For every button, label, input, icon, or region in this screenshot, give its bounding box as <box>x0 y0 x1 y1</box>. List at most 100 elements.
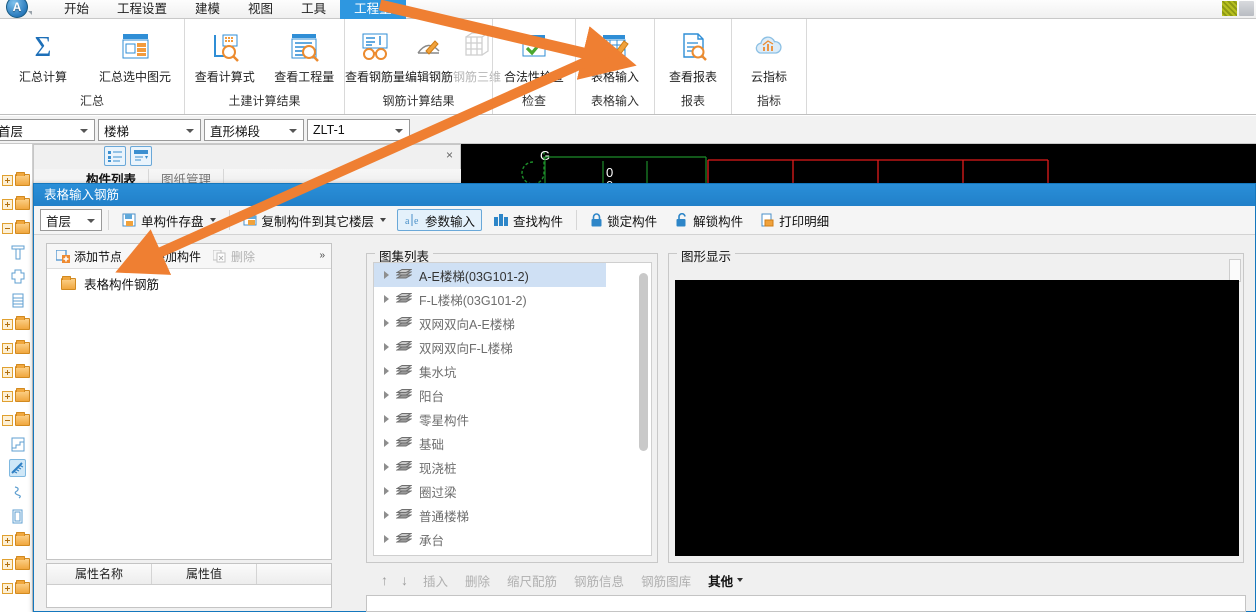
ribbon-tab-view[interactable]: 视图 <box>234 0 287 19</box>
nav-item-spiral-stair[interactable] <box>0 480 32 504</box>
nav-item-slab[interactable]: 板 <box>0 384 32 408</box>
expand-triangle-icon[interactable] <box>384 415 389 423</box>
expand-icon[interactable] <box>2 390 13 402</box>
ribbon-button-table-input[interactable]: 表格输入 <box>576 23 654 85</box>
nav-item-column-child-3[interactable] <box>0 288 32 312</box>
expand-triangle-icon[interactable] <box>384 535 389 543</box>
toolbar-overflow-icon[interactable]: » <box>319 250 324 261</box>
expand-triangle-icon[interactable] <box>384 487 389 495</box>
rebar-library-button[interactable]: 钢筋图库 <box>634 571 698 590</box>
member-tree-root-item[interactable]: 表格构件钢筋 <box>47 269 331 293</box>
nav-item-common[interactable]: 常用 <box>0 168 32 192</box>
ribbon-button-cloud-indicator[interactable]: 云指标 <box>732 23 806 85</box>
expand-icon[interactable] <box>2 558 13 570</box>
expand-triangle-icon[interactable] <box>384 343 389 351</box>
delete-member-button[interactable]: 删除 <box>208 246 260 266</box>
param-input-button[interactable]: ae 参数输入 <box>397 209 483 231</box>
ribbon-button-summary-selected[interactable]: 汇总选中图元 <box>86 23 184 85</box>
ribbon-button-summary-calc[interactable]: Σ 汇总计算 <box>0 23 86 85</box>
left-navigation-tree[interactable]: 常用 轴线 柱 墙 <box>0 144 33 612</box>
nav-item-decoration[interactable]: 装修 <box>0 528 32 552</box>
atlas-item-0[interactable]: A-E楼梯(03G101-2) <box>374 263 606 287</box>
atlas-item-3[interactable]: 双网双向F-L楼梯 <box>374 335 651 359</box>
lock-member-button[interactable]: 锁定构件 <box>583 209 664 231</box>
expand-triangle-icon[interactable] <box>384 463 389 471</box>
add-member-button[interactable]: 添加构件 <box>129 246 206 266</box>
expand-icon[interactable] <box>2 342 13 354</box>
atlas-item-11[interactable]: 承台 <box>374 527 651 551</box>
ribbon-tab-project-settings[interactable]: 工程设置 <box>103 0 181 19</box>
atlas-item-6[interactable]: 零星构件 <box>374 407 651 431</box>
ribbon-tab-quantity[interactable]: 工程量 <box>340 0 406 19</box>
nav-item-straight-flight[interactable] <box>0 456 32 480</box>
expand-icon[interactable] <box>2 174 13 186</box>
delete-row-button[interactable]: 删除 <box>458 571 497 590</box>
expand-triangle-icon[interactable] <box>384 271 389 279</box>
expand-triangle-icon[interactable] <box>384 511 389 519</box>
atlas-scrollbar-thumb[interactable] <box>639 273 648 451</box>
minimize-icon[interactable] <box>1239 1 1254 16</box>
nav-item-earthwork[interactable]: 土方 <box>0 552 32 576</box>
atlas-list[interactable]: A-E楼梯(03G101-2) F-L楼梯(03G101-2) 双网双向A-E楼… <box>373 262 652 556</box>
nav-item-stair[interactable]: 楼梯 <box>0 408 32 432</box>
ribbon-button-validity-check[interactable]: 合法性检查 <box>493 23 575 85</box>
graphics-scrollbar[interactable] <box>1229 259 1241 282</box>
ribbon-tab-modeling[interactable]: 建模 <box>181 0 234 19</box>
straight-flight-icon[interactable] <box>9 459 26 477</box>
expand-triangle-icon[interactable] <box>384 439 389 447</box>
find-member-button[interactable]: 查找构件 <box>486 209 570 231</box>
expand-icon[interactable] <box>2 318 13 330</box>
ribbon-tab-tools[interactable]: 工具 <box>287 0 340 19</box>
expand-icon[interactable] <box>2 582 13 594</box>
nav-item-column-child-2[interactable] <box>0 264 32 288</box>
expand-icon[interactable] <box>2 534 13 546</box>
ribbon-button-view-quantity[interactable]: 查看工程量 <box>265 23 345 85</box>
nav-item-column-child-1[interactable] <box>0 240 32 264</box>
ribbon-button-view-formula[interactable]: 查看计算式 <box>185 23 265 85</box>
atlas-item-2[interactable]: 双网双向A-E楼梯 <box>374 311 651 335</box>
nav-item-landing[interactable] <box>0 504 32 528</box>
dialog-floor-selector[interactable]: 首层 <box>40 209 102 231</box>
save-member-button[interactable]: 单构件存盘 <box>115 209 223 231</box>
unlock-member-button[interactable]: 解锁构件 <box>668 209 750 231</box>
category-selector[interactable]: 楼梯 <box>98 119 201 141</box>
nav-item-door-window[interactable]: 门窗洞 <box>0 336 32 360</box>
expand-triangle-icon[interactable] <box>384 391 389 399</box>
ribbon-button-view-rebar[interactable]: 查看钢筋量 <box>345 23 405 85</box>
nav-item-axis[interactable]: 轴线 <box>0 192 32 216</box>
atlas-item-1[interactable]: F-L楼梯(03G101-2) <box>374 287 651 311</box>
member-type-selector[interactable]: 直形梯段 <box>204 119 304 141</box>
atlas-item-9[interactable]: 圈过梁 <box>374 479 651 503</box>
nav-item-stair-child-1[interactable] <box>0 432 32 456</box>
move-up-button[interactable]: ↑ <box>376 572 393 588</box>
chevron-down-icon[interactable] <box>380 218 387 222</box>
atlas-item-7[interactable]: 基础 <box>374 431 651 455</box>
expand-triangle-icon[interactable] <box>384 319 389 327</box>
nav-item-beam[interactable]: 梁 <box>0 360 32 384</box>
ribbon-button-edit-rebar[interactable]: 编辑钢筋 <box>405 23 453 85</box>
list-view-icon[interactable] <box>104 146 126 166</box>
chevron-down-icon[interactable] <box>209 218 216 222</box>
copy-member-to-floor-button[interactable]: 复制构件到其它楼层 <box>236 209 394 231</box>
ribbon-tab-start[interactable]: 开始 <box>50 0 103 19</box>
print-detail-button[interactable]: 打印明细 <box>754 209 836 231</box>
nav-item-wall[interactable]: 墙 <box>0 312 32 336</box>
atlas-item-10[interactable]: 普通楼梯 <box>374 503 651 527</box>
ribbon-button-view-report[interactable]: 查看报表 <box>655 23 731 85</box>
expand-triangle-icon[interactable] <box>384 295 389 303</box>
expand-triangle-icon[interactable] <box>384 367 389 375</box>
expand-icon[interactable] <box>2 366 13 378</box>
move-down-button[interactable]: ↓ <box>396 572 413 588</box>
floor-selector[interactable]: 首层 <box>0 119 95 141</box>
scaled-rebar-button[interactable]: 缩尺配筋 <box>500 571 564 590</box>
detail-view-icon[interactable] <box>130 146 152 166</box>
rebar-grid[interactable] <box>366 595 1246 612</box>
collapse-icon[interactable] <box>2 414 13 426</box>
nav-item-foundation[interactable]: 基础 <box>0 576 32 600</box>
nav-item-column[interactable]: 柱 <box>0 216 32 240</box>
close-panel-icon[interactable]: × <box>446 148 453 162</box>
graphics-display-canvas[interactable] <box>675 280 1239 556</box>
atlas-item-8[interactable]: 现浇桩 <box>374 455 651 479</box>
atlas-item-5[interactable]: 阳台 <box>374 383 651 407</box>
notification-icon[interactable] <box>1222 1 1237 16</box>
